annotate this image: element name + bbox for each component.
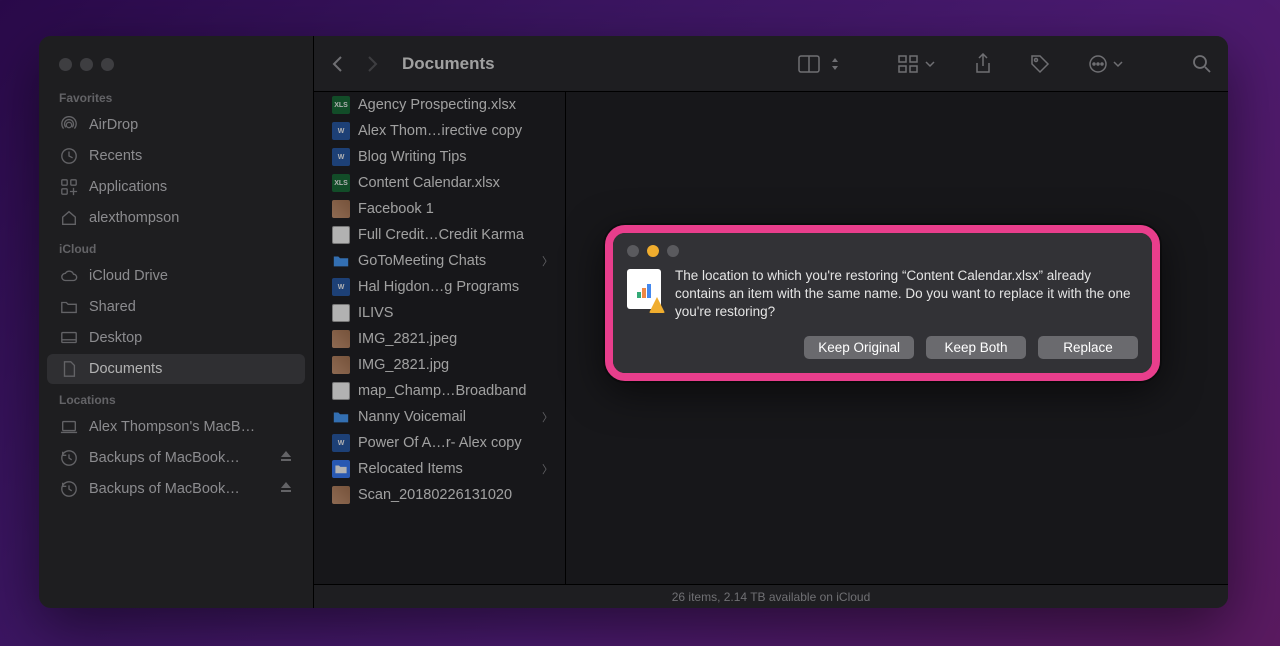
dialog-buttons: Keep Original Keep Both Replace	[627, 336, 1138, 359]
replace-button[interactable]: Replace	[1038, 336, 1138, 359]
dialog-zoom-button[interactable]	[667, 245, 679, 257]
dialog-minimize-button[interactable]	[647, 245, 659, 257]
dialog-highlight: The location to which you're restoring “…	[605, 225, 1160, 381]
keep-original-button[interactable]: Keep Original	[804, 336, 914, 359]
dialog-message: The location to which you're restoring “…	[675, 267, 1138, 322]
keep-both-button[interactable]: Keep Both	[926, 336, 1026, 359]
dialog-close-button[interactable]	[627, 245, 639, 257]
replace-dialog: The location to which you're restoring “…	[613, 233, 1152, 373]
warning-file-icon	[627, 269, 661, 309]
dialog-window-controls	[627, 245, 1138, 257]
